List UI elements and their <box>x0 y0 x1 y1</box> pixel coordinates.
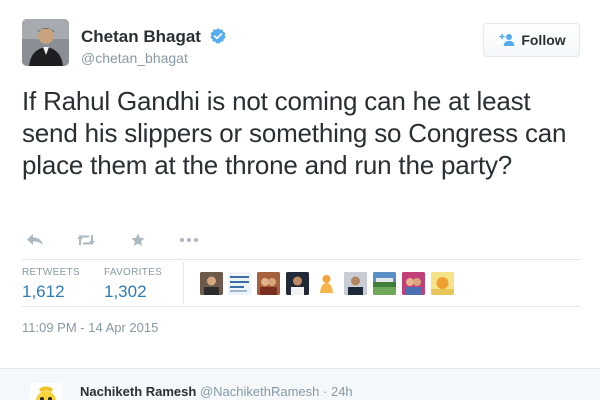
retweet-icon <box>77 235 95 245</box>
more-action[interactable] <box>176 228 202 252</box>
add-user-icon <box>499 33 515 46</box>
author-avatar-image <box>22 19 69 66</box>
retweets-stat[interactable]: RETWEETS 1,612 <box>22 267 80 302</box>
stats-top-divider <box>22 259 580 260</box>
favorites-label: FAVORITES <box>104 267 163 278</box>
favorite-action[interactable] <box>125 228 151 252</box>
favoriter-avatar[interactable] <box>228 272 251 295</box>
favoriter-avatar[interactable] <box>200 272 223 295</box>
reply-action[interactable] <box>22 228 48 252</box>
author-avatar[interactable] <box>22 19 69 66</box>
reply-time[interactable]: 24h <box>331 384 353 399</box>
tweet-timestamp[interactable]: 11:09 PM - 14 Apr 2015 <box>22 320 158 335</box>
favoriter-avatar[interactable] <box>344 272 367 295</box>
author-handle[interactable]: @chetan_bhagat <box>81 50 188 66</box>
follow-button-label: Follow <box>521 32 566 48</box>
verified-badge-icon <box>210 28 226 44</box>
author-name[interactable]: Chetan Bhagat <box>81 27 201 47</box>
tweet-actions <box>22 228 222 252</box>
favoriter-avatar[interactable] <box>431 272 454 295</box>
reply-separator: · <box>323 384 328 399</box>
retweets-count: 1,612 <box>22 282 65 301</box>
favoriter-avatar[interactable] <box>286 272 309 295</box>
favoriter-avatar[interactable] <box>373 272 396 295</box>
retweets-label: RETWEETS <box>22 267 80 278</box>
reply-author-handle[interactable]: @NachikethRamesh <box>200 384 319 399</box>
favorite-star-icon <box>131 233 145 246</box>
reply-tweet[interactable]: Nachiketh Ramesh @NachikethRamesh · 24h <box>0 368 600 400</box>
tweet-text: If Rahul Gandhi is not coming can he at … <box>22 86 567 180</box>
retweet-action[interactable] <box>73 228 99 252</box>
favoriter-avatar[interactable] <box>315 272 338 295</box>
reply-avatar-image <box>30 383 62 400</box>
tweet-card: Chetan Bhagat @chetan_bhagat Follow If R… <box>0 0 600 368</box>
reply-header: Nachiketh Ramesh @NachikethRamesh · 24h <box>80 384 353 399</box>
favoriter-avatar[interactable] <box>402 272 425 295</box>
more-icon <box>180 238 198 242</box>
favoriter-avatar[interactable] <box>257 272 280 295</box>
favorites-stat[interactable]: FAVORITES 1,302 <box>104 267 162 302</box>
follow-button[interactable]: Follow <box>483 23 580 57</box>
reply-author-name[interactable]: Nachiketh Ramesh <box>80 384 196 399</box>
reply-icon <box>27 234 43 245</box>
stats-vertical-divider <box>183 262 184 304</box>
favorites-count: 1,302 <box>104 282 147 301</box>
stats-bottom-divider <box>22 306 580 307</box>
reply-author-avatar[interactable] <box>30 383 62 400</box>
